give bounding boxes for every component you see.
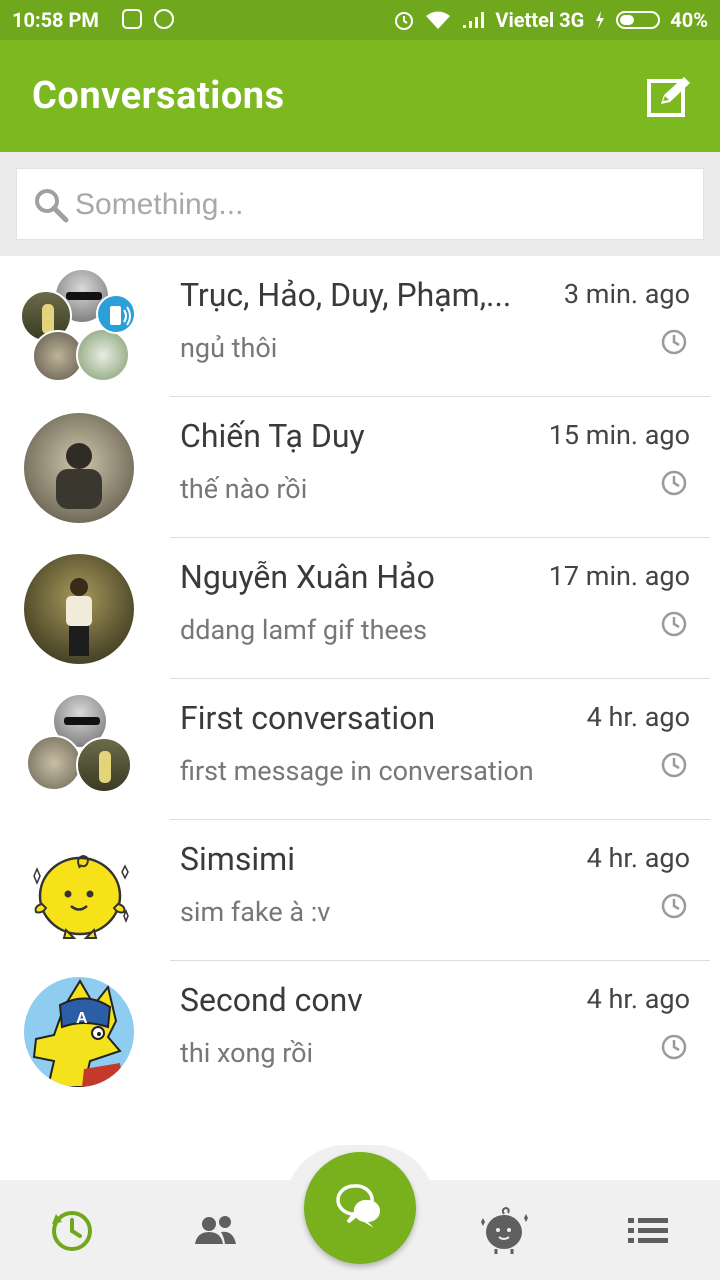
group-avatar xyxy=(18,266,140,388)
simsimi-avatar xyxy=(18,830,140,952)
conversation-row[interactable]: Chiến Tạ Duy 15 min. ago thế nào rồi xyxy=(0,397,720,538)
compose-icon xyxy=(647,77,690,117)
new-chat-fab[interactable] xyxy=(304,1152,416,1264)
menu-icon xyxy=(628,1218,668,1243)
avatar xyxy=(18,407,140,529)
person-shape xyxy=(70,578,88,596)
charging-icon xyxy=(596,11,605,29)
conversation-name: Second conv xyxy=(180,981,363,1019)
app-bar: Conversations xyxy=(0,40,720,152)
avatar-member xyxy=(76,737,132,793)
battery-icon xyxy=(616,11,661,29)
conversation-preview: ddang lamf gif thees xyxy=(180,614,428,646)
conversation-preview: thi xong rồi xyxy=(180,1037,314,1069)
phone-badge-icon xyxy=(96,294,136,334)
conversation-name: Simsimi xyxy=(180,840,295,878)
sunglasses-shape xyxy=(66,292,102,300)
search-icon xyxy=(35,189,69,223)
conversation-preview: thế nào rồi xyxy=(180,473,308,505)
search-input[interactable] xyxy=(75,183,685,227)
recent-icon xyxy=(52,1211,92,1251)
conversation-name: First conversation xyxy=(180,699,436,737)
android-icon xyxy=(154,9,174,29)
person-shape xyxy=(56,469,102,509)
conversation-row[interactable]: First conversation 4 hr. ago first messa… xyxy=(0,679,720,820)
battery-fill xyxy=(620,15,635,25)
chat-fab-icon xyxy=(336,1184,380,1228)
conversation-row[interactable]: Trục, Hảo, Duy, Phạm,... 3 min. ago ngủ … xyxy=(0,256,720,397)
conversation-name: Trục, Hảo, Duy, Phạm,... xyxy=(180,276,512,314)
conversation-time: 15 min. ago xyxy=(548,419,690,451)
conversation-time: 4 hr. ago xyxy=(586,701,690,733)
clock-icon xyxy=(661,611,687,637)
clock-icon xyxy=(661,329,687,355)
nav-menu[interactable] xyxy=(620,1202,676,1258)
alarm-icon xyxy=(395,12,414,30)
clock-icon xyxy=(661,752,687,778)
conversation-list: Trục, Hảo, Duy, Phạm,... 3 min. ago ngủ … xyxy=(0,256,720,1102)
clock-icon xyxy=(661,470,687,496)
conversation-preview: ngủ thôi xyxy=(180,332,278,364)
person-shape xyxy=(69,626,89,656)
simsimi-icon xyxy=(33,854,129,939)
carrier-label: Viettel 3G xyxy=(495,8,585,32)
avatar-photo xyxy=(24,413,134,523)
svg-text:A: A xyxy=(76,1010,88,1027)
avatar-member xyxy=(76,328,130,382)
notification-icon xyxy=(122,9,142,29)
conversation-name: Chiến Tạ Duy xyxy=(180,417,365,455)
battery-percent: 40% xyxy=(670,8,708,32)
search-box xyxy=(16,168,704,240)
clock-icon xyxy=(661,893,687,919)
conversation-time: 4 hr. ago xyxy=(586,842,690,874)
conversation-row[interactable]: Simsimi 4 hr. ago sim fake à :v xyxy=(0,820,720,961)
nav-simsimi[interactable] xyxy=(476,1202,532,1258)
avatar-cartoon: A xyxy=(24,977,134,1087)
clock-icon xyxy=(661,1034,687,1060)
page-title: Conversations xyxy=(32,74,285,118)
wifi-icon xyxy=(426,11,451,29)
conversation-row[interactable]: Nguyễn Xuân Hảo 17 min. ago ddang lamf g… xyxy=(0,538,720,679)
conversation-name: Nguyễn Xuân Hảo xyxy=(180,558,435,596)
conversation-time: 4 hr. ago xyxy=(586,983,690,1015)
contacts-icon xyxy=(195,1216,236,1244)
person-shape xyxy=(66,443,92,469)
status-bar: 10:58 PM Viettel 3G 40% xyxy=(0,0,720,40)
cartoon-dog-icon: A xyxy=(32,979,124,1087)
simsimi-icon xyxy=(481,1206,528,1254)
conversation-row[interactable]: A Second conv 4 hr. ago thi xong rồi xyxy=(0,961,720,1102)
avatar xyxy=(18,548,140,670)
avatar: A xyxy=(18,971,140,1093)
person-shape xyxy=(99,751,111,783)
conversation-time: 17 min. ago xyxy=(548,560,690,592)
conversation-preview: sim fake à :v xyxy=(180,896,331,928)
conversation-time: 3 min. ago xyxy=(563,278,690,310)
conversation-preview: first message in conversation xyxy=(180,755,534,787)
compose-button[interactable] xyxy=(646,74,692,120)
signal-icon xyxy=(463,12,485,28)
avatar-photo xyxy=(24,554,134,664)
search-area xyxy=(0,152,720,256)
avatar-member xyxy=(26,735,82,791)
nav-recent[interactable] xyxy=(44,1202,100,1258)
status-time: 10:58 PM xyxy=(12,8,99,32)
sunglasses-shape xyxy=(64,717,100,725)
person-shape xyxy=(66,596,92,626)
group-avatar xyxy=(18,689,140,811)
nav-contacts[interactable] xyxy=(188,1202,244,1258)
